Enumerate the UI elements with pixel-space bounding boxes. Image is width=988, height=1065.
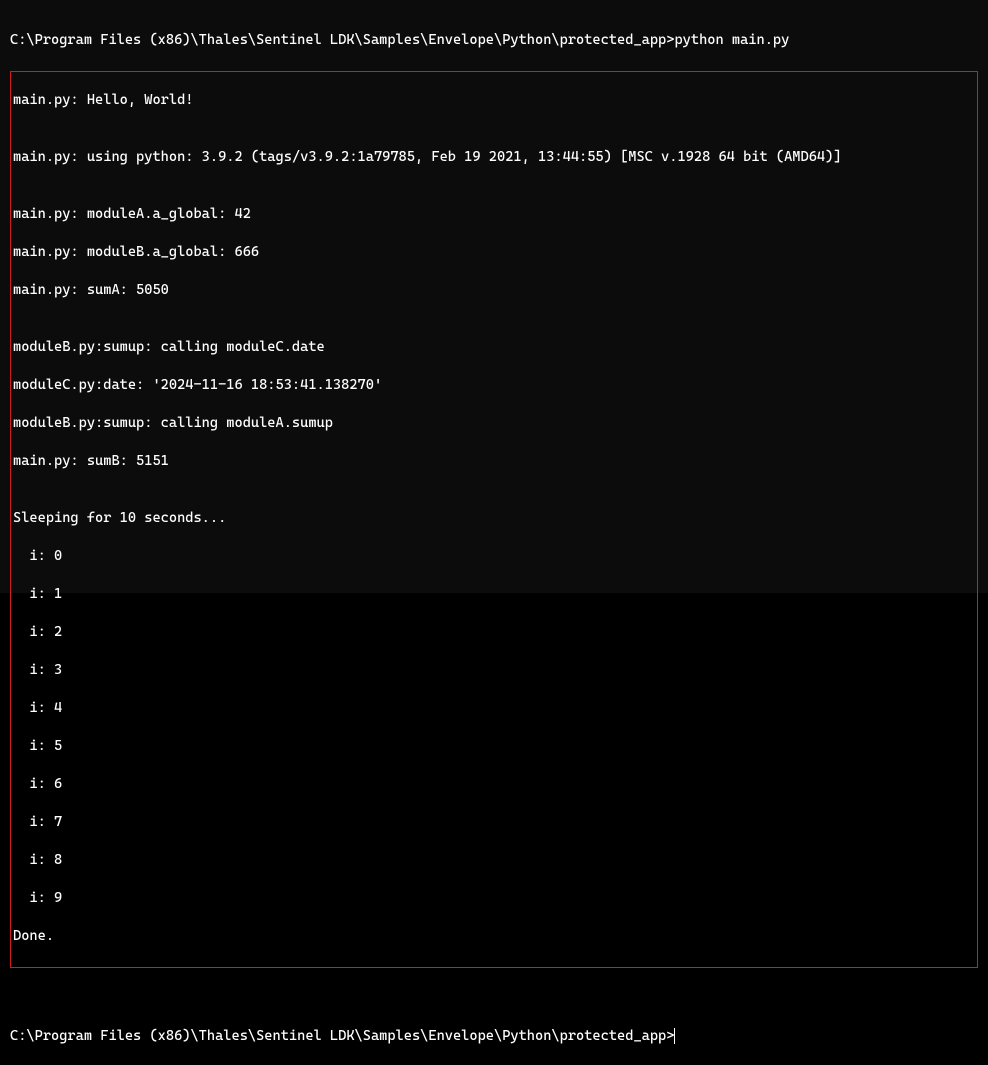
prompt-path-1: C:\Program Files (x86)\Thales\Sentinel L…	[10, 32, 674, 48]
output-line: i: 5	[13, 737, 975, 756]
command-prompt-line-2[interactable]: C:\Program Files (x86)\Thales\Sentinel L…	[10, 1027, 978, 1046]
command-prompt-line-1: C:\Program Files (x86)\Thales\Sentinel L…	[10, 31, 978, 50]
output-line: i: 8	[13, 851, 975, 870]
output-line: i: 3	[13, 661, 975, 680]
output-highlight-box: main.py: Hello, World! main.py: using py…	[10, 71, 978, 968]
command-text-1: python main.py	[674, 32, 789, 48]
terminal-window[interactable]: C:\Program Files (x86)\Thales\Sentinel L…	[0, 0, 988, 593]
output-line: Sleeping for 10 seconds...	[13, 509, 975, 528]
output-line: main.py: moduleA.a_global: 42	[13, 205, 975, 224]
output-line: main.py: moduleB.a_global: 666	[13, 243, 975, 262]
output-line: i: 6	[13, 775, 975, 794]
output-line: i: 9	[13, 889, 975, 908]
output-line: moduleB.py:sumup: calling moduleA.sumup	[13, 414, 975, 433]
output-line: i: 7	[13, 813, 975, 832]
output-line: main.py: Hello, World!	[13, 91, 975, 110]
output-line: main.py: sumA: 5050	[13, 281, 975, 300]
cursor-icon	[674, 1028, 675, 1044]
output-line: main.py: using python: 3.9.2 (tags/v3.9.…	[13, 148, 975, 167]
output-line: main.py: sumB: 5151	[13, 452, 975, 471]
output-line: i: 1	[13, 585, 975, 604]
blank-line	[10, 989, 978, 1008]
output-line: i: 4	[13, 699, 975, 718]
output-line: moduleB.py:sumup: calling moduleC.date	[13, 338, 975, 357]
output-line: i: 2	[13, 623, 975, 642]
output-line: i: 0	[13, 547, 975, 566]
output-line: moduleC.py:date: '2024-11-16 18:53:41.13…	[13, 376, 975, 395]
output-line: Done.	[13, 927, 975, 946]
prompt-path-2: C:\Program Files (x86)\Thales\Sentinel L…	[10, 1028, 674, 1044]
